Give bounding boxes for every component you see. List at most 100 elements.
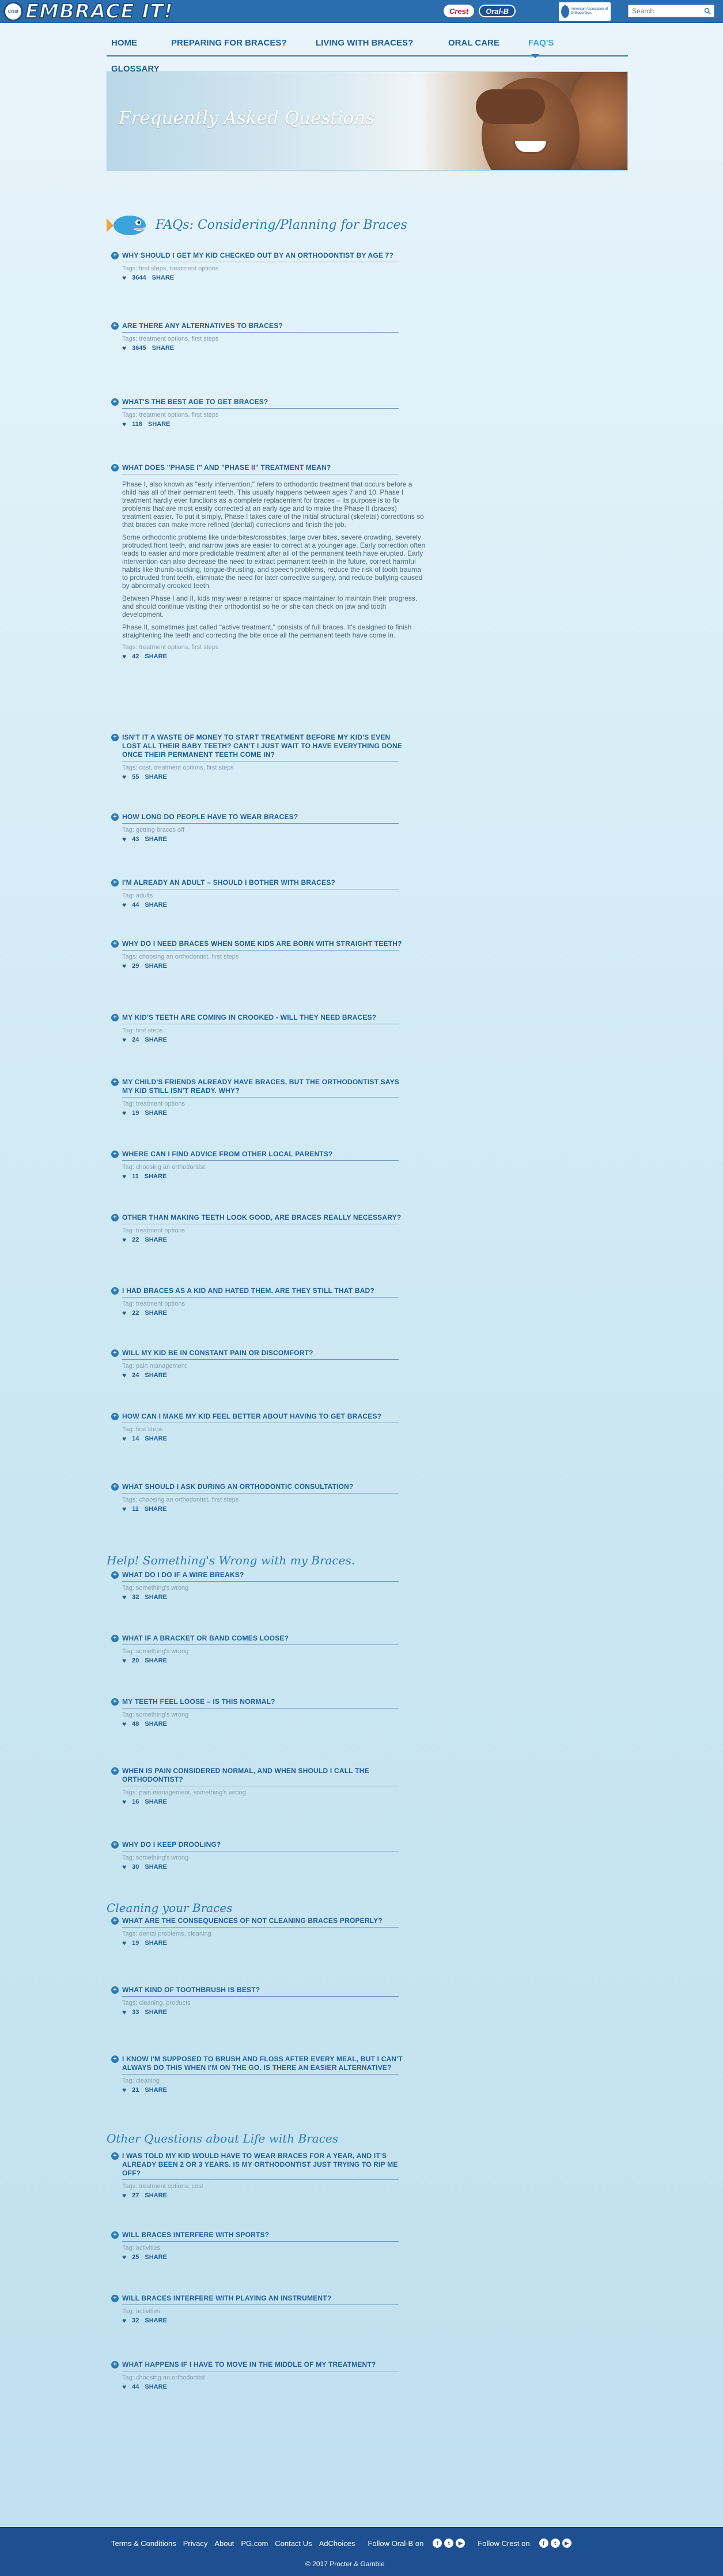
faq-tags[interactable]: Tags: pain management, something's wrong bbox=[122, 1789, 405, 1796]
share-button[interactable]: SHARE bbox=[145, 2192, 167, 2199]
faq-tags[interactable]: Tag: choosing an orthodontist bbox=[122, 2374, 405, 2381]
faq-tags[interactable]: Tag: adults bbox=[122, 892, 405, 899]
faq-question[interactable]: + I KNOW I'M SUPPOSED TO BRUSH AND FLOSS … bbox=[111, 2055, 405, 2072]
nav-oral-care[interactable]: ORAL CARE bbox=[448, 38, 499, 48]
expand-plus-icon[interactable]: + bbox=[111, 1571, 119, 1579]
faq-question-text[interactable]: WHAT'S THE BEST AGE TO GET BRACES? bbox=[122, 398, 268, 406]
faq-question[interactable]: + MY TEETH FEEL LOOSE – IS THIS NORMAL? bbox=[111, 1698, 405, 1706]
expand-plus-icon[interactable]: + bbox=[111, 2361, 119, 2368]
twitter-icon[interactable]: t bbox=[550, 2539, 560, 2548]
faq-question-text[interactable]: MY KID'S TEETH ARE COMING IN CROOKED - W… bbox=[122, 1013, 376, 1022]
expand-plus-icon[interactable]: + bbox=[111, 1635, 119, 1642]
faq-question-text[interactable]: MY CHILD'S FRIENDS ALREADY HAVE BRACES, … bbox=[122, 1078, 405, 1095]
expand-plus-icon[interactable]: + bbox=[111, 1014, 119, 1021]
faq-question-text[interactable]: WHEN IS PAIN CONSIDERED NORMAL, AND WHEN… bbox=[122, 1767, 405, 1784]
faq-question[interactable]: + WHAT KIND OF TOOTHBRUSH IS BEST? bbox=[111, 1986, 405, 1994]
share-button[interactable]: SHARE bbox=[145, 1372, 167, 1379]
expand-plus-icon[interactable]: + bbox=[111, 2152, 119, 2160]
nav-faqs[interactable]: FAQ'S bbox=[528, 38, 554, 48]
expand-plus-icon[interactable]: + bbox=[111, 1287, 119, 1295]
heart-icon[interactable]: ♥ bbox=[122, 835, 126, 843]
faq-tags[interactable]: Tags: treatment options, first steps bbox=[122, 644, 405, 651]
faq-question-text[interactable]: WHAT ARE THE CONSEQUENCES OF NOT CLEANIN… bbox=[122, 1917, 383, 1925]
share-button[interactable]: SHARE bbox=[152, 345, 175, 352]
share-button[interactable]: SHARE bbox=[145, 1798, 167, 1805]
heart-icon[interactable]: ♥ bbox=[122, 773, 126, 781]
share-button[interactable]: SHARE bbox=[145, 1236, 167, 1243]
faq-question-text[interactable]: WHAT DOES "PHASE I" AND "PHASE II" TREAT… bbox=[122, 463, 331, 472]
twitter-icon[interactable]: t bbox=[444, 2539, 454, 2548]
heart-icon[interactable]: ♥ bbox=[122, 1798, 126, 1806]
share-button[interactable]: SHARE bbox=[145, 2383, 167, 2390]
footer-link-privacy[interactable]: Privacy bbox=[183, 2539, 208, 2548]
faq-question[interactable]: + HOW LONG DO PEOPLE HAVE TO WEAR BRACES? bbox=[111, 813, 405, 821]
faq-tags[interactable]: Tags: cleaning, products bbox=[122, 2000, 405, 2007]
search-button[interactable] bbox=[701, 5, 714, 17]
aao-logo[interactable]: American Association of Orthodontists bbox=[559, 2, 611, 21]
heart-icon[interactable]: ♥ bbox=[122, 344, 126, 352]
footer-link-about[interactable]: About bbox=[214, 2539, 234, 2548]
faq-question[interactable]: + WHERE CAN I FIND ADVICE FROM OTHER LOCA… bbox=[111, 1150, 405, 1159]
expand-plus-icon[interactable]: + bbox=[111, 2295, 119, 2302]
faq-tags[interactable]: Tag: choosing an orthodontist bbox=[122, 1164, 405, 1171]
faq-tags[interactable]: Tag: something's wrong bbox=[122, 1585, 405, 1591]
faq-question[interactable]: + I HAD BRACES AS A KID AND HATED THEM. A… bbox=[111, 1287, 405, 1295]
faq-tags[interactable]: Tags: treatment options, cost bbox=[122, 2183, 405, 2190]
faq-question-text[interactable]: HOW LONG DO PEOPLE HAVE TO WEAR BRACES? bbox=[122, 813, 298, 821]
faq-question[interactable]: + ISN'T IT A WASTE OF MONEY TO START TREA… bbox=[111, 733, 405, 759]
share-button[interactable]: SHARE bbox=[152, 274, 175, 281]
faq-tags[interactable]: Tag: something's wrong bbox=[122, 1854, 405, 1861]
faq-question[interactable]: + WHAT HAPPENS IF I HAVE TO MOVE IN THE M… bbox=[111, 2360, 405, 2369]
faq-question-text[interactable]: HOW CAN I MAKE MY KID FEEL BETTER ABOUT … bbox=[122, 1412, 381, 1421]
heart-icon[interactable]: ♥ bbox=[122, 2086, 126, 2094]
faq-question[interactable]: + WHAT'S THE BEST AGE TO GET BRACES? bbox=[111, 398, 405, 406]
site-logo[interactable]: Crest EMBRACE IT! bbox=[3, 0, 173, 24]
faq-question[interactable]: + WHAT ARE THE CONSEQUENCES OF NOT CLEANI… bbox=[111, 1917, 405, 1925]
faq-question[interactable]: + MY KID'S TEETH ARE COMING IN CROOKED - … bbox=[111, 1013, 405, 1022]
nav-living-with-braces[interactable]: LIVING WITH BRACES? bbox=[316, 38, 413, 48]
share-button[interactable]: SHARE bbox=[145, 1721, 167, 1728]
heart-icon[interactable]: ♥ bbox=[122, 2383, 126, 2391]
share-button[interactable]: SHARE bbox=[145, 902, 167, 908]
crest-logo[interactable]: Crest bbox=[444, 5, 475, 17]
share-button[interactable]: SHARE bbox=[145, 774, 167, 780]
faq-tags[interactable]: Tag: something's wrong bbox=[122, 1648, 405, 1655]
share-button[interactable]: SHARE bbox=[145, 1594, 167, 1601]
heart-icon[interactable]: ♥ bbox=[122, 962, 126, 970]
faq-question-text[interactable]: I KNOW I'M SUPPOSED TO BRUSH AND FLOSS A… bbox=[122, 2055, 405, 2072]
faq-tags[interactable]: Tags: cost, treatment options, first ste… bbox=[122, 764, 405, 771]
faq-question-text[interactable]: WHAT DO I DO IF A WIRE BREAKS? bbox=[122, 1571, 244, 1579]
heart-icon[interactable]: ♥ bbox=[122, 1172, 126, 1180]
expand-plus-icon[interactable]: + bbox=[111, 464, 119, 472]
faq-tags[interactable]: Tags: choosing an orthodontist, first st… bbox=[122, 1496, 405, 1503]
faq-question-text[interactable]: WHAT IF A BRACKET OR BAND COMES LOOSE? bbox=[122, 1634, 289, 1643]
share-button[interactable]: SHARE bbox=[148, 421, 171, 428]
faq-question-text[interactable]: WHAT KIND OF TOOTHBRUSH IS BEST? bbox=[122, 1986, 260, 1994]
faq-question-text[interactable]: WILL BRACES INTERFERE WITH SPORTS? bbox=[122, 2231, 269, 2239]
expand-plus-icon[interactable]: + bbox=[111, 1986, 119, 1994]
expand-plus-icon[interactable]: + bbox=[111, 1483, 119, 1491]
heart-icon[interactable]: ♥ bbox=[122, 1309, 126, 1317]
faq-question-text[interactable]: WHAT HAPPENS IF I HAVE TO MOVE IN THE MI… bbox=[122, 2360, 376, 2369]
heart-icon[interactable]: ♥ bbox=[122, 2192, 126, 2200]
heart-icon[interactable]: ♥ bbox=[122, 1371, 126, 1379]
faq-question[interactable]: + WHAT DO I DO IF A WIRE BREAKS? bbox=[111, 1571, 405, 1579]
faq-question[interactable]: + I'M ALREADY AN ADULT – SHOULD I BOTHER … bbox=[111, 878, 405, 887]
faq-tags[interactable]: Tag: treatment options bbox=[122, 1300, 405, 1307]
faq-tags[interactable]: Tag: first steps bbox=[122, 1027, 405, 1034]
oral-b-logo[interactable]: Oral-B bbox=[479, 5, 516, 17]
share-button[interactable]: SHARE bbox=[145, 1435, 167, 1442]
expand-plus-icon[interactable]: + bbox=[111, 879, 119, 887]
faq-question[interactable]: + I WAS TOLD MY KID WOULD HAVE TO WEAR BR… bbox=[111, 2152, 405, 2178]
expand-plus-icon[interactable]: + bbox=[111, 1349, 119, 1357]
expand-plus-icon[interactable]: + bbox=[111, 252, 119, 259]
faq-tags[interactable]: Tags: first steps, treatment options bbox=[122, 265, 405, 272]
heart-icon[interactable]: ♥ bbox=[122, 1939, 126, 1947]
expand-plus-icon[interactable]: + bbox=[111, 398, 119, 406]
faq-question[interactable]: + HOW CAN I MAKE MY KID FEEL BETTER ABOUT… bbox=[111, 1412, 405, 1421]
faq-tags[interactable]: Tags: treatment options, first steps bbox=[122, 335, 405, 342]
faq-question-text[interactable]: MY TEETH FEEL LOOSE – IS THIS NORMAL? bbox=[122, 1698, 275, 1706]
expand-plus-icon[interactable]: + bbox=[111, 940, 119, 948]
expand-plus-icon[interactable]: + bbox=[111, 1841, 119, 1849]
share-button[interactable]: SHARE bbox=[145, 836, 167, 843]
